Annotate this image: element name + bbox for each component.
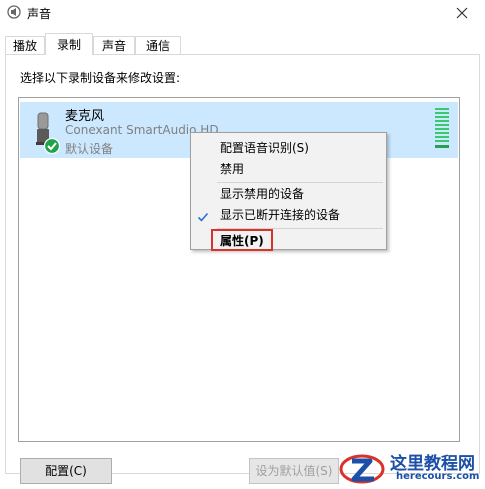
menu-item-show-disabled[interactable]: 显示禁用的设备 — [191, 184, 386, 204]
watermark: 这里教程网 herecours.com — [338, 447, 485, 486]
menu-item-show-disconnected[interactable]: 显示已断开连接的设备 — [191, 205, 386, 225]
tab-communications[interactable]: 通信 — [135, 36, 181, 54]
tab-sounds[interactable]: 声音 — [93, 36, 135, 54]
device-name: 麦克风 — [65, 109, 105, 124]
tab-recording[interactable]: 录制 — [45, 33, 93, 55]
menu-separator — [217, 182, 383, 183]
menu-item-configure-speech[interactable]: 配置语音识别(S) — [191, 138, 386, 158]
site-logo-icon — [338, 447, 388, 486]
configure-button[interactable]: 配置(C) — [20, 458, 112, 484]
title-bar: 声音 — [0, 0, 485, 26]
instruction-text: 选择以下录制设备来修改设置: — [20, 71, 181, 85]
set-default-button[interactable]: 设为默认值(S) — [249, 458, 339, 484]
close-icon — [456, 7, 468, 19]
device-status: 默认设备 — [65, 142, 114, 156]
context-menu: 配置语音识别(S) 禁用 显示禁用的设备 显示已断开连接的设备 属性(P) — [190, 132, 387, 251]
speaker-app-icon — [7, 5, 21, 19]
level-meter — [435, 108, 449, 150]
default-check-icon — [43, 137, 61, 155]
tab-playback[interactable]: 播放 — [5, 36, 45, 54]
microphone-icon — [30, 112, 61, 155]
menu-item-properties[interactable]: 属性(P) — [191, 229, 386, 251]
watermark-url: herecours.com — [396, 471, 480, 482]
close-button[interactable] — [439, 0, 485, 26]
checkmark-icon — [197, 209, 209, 222]
menu-item-disable[interactable]: 禁用 — [191, 159, 386, 179]
window-title: 声音 — [27, 7, 52, 21]
tab-strip: 播放 录制 声音 通信 — [0, 30, 485, 55]
